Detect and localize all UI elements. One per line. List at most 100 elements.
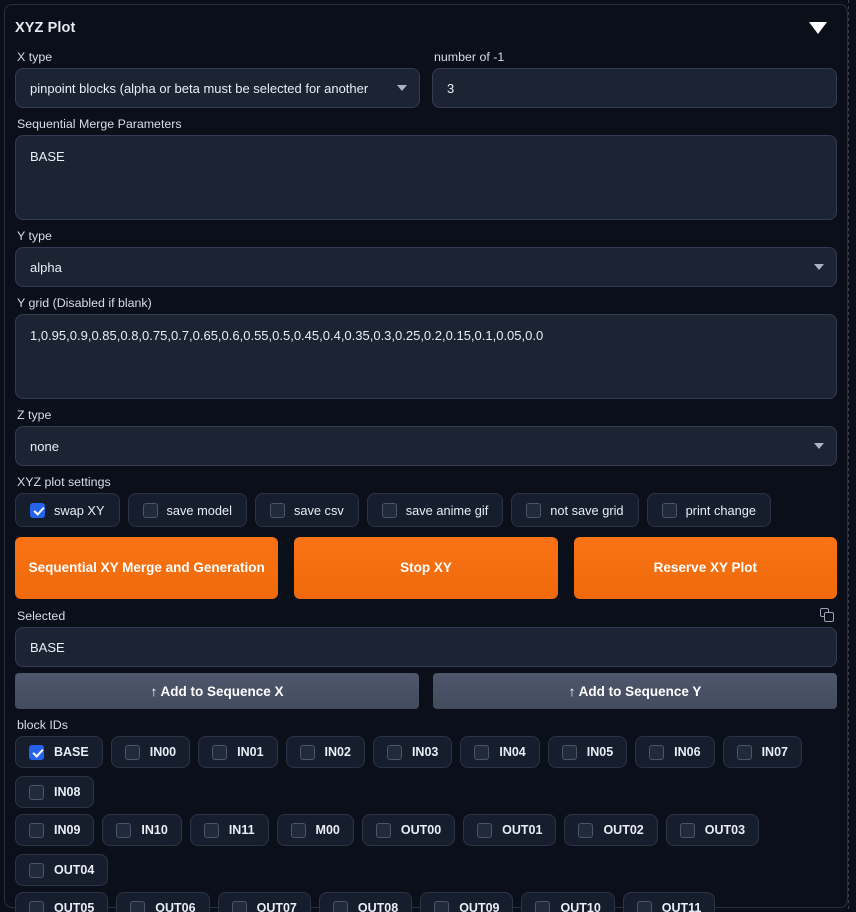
- y-type-value: alpha: [30, 259, 62, 275]
- block-id-checkbox-out09[interactable]: OUT09: [420, 892, 514, 912]
- block-id-checkbox-out01[interactable]: OUT01: [463, 814, 557, 846]
- checkbox-icon[interactable]: [299, 744, 315, 760]
- chevron-down-icon[interactable]: [809, 22, 827, 34]
- action-button-reserve-xy-plot[interactable]: Reserve XY Plot: [573, 537, 837, 599]
- action-buttons-row: Sequential XY Merge and Generation Stop X…: [15, 537, 837, 599]
- block-id-checkbox-out11[interactable]: OUT11: [622, 892, 716, 912]
- checkbox-icon[interactable]: [386, 744, 402, 760]
- right-edge-divider: [848, 0, 849, 912]
- block-id-checkbox-out06[interactable]: OUT06: [116, 892, 210, 912]
- x-type-group: X type pinpoint blocks (alpha or beta mu…: [15, 41, 420, 108]
- x-type-select[interactable]: pinpoint blocks (alpha or beta must be s…: [15, 68, 420, 108]
- y-grid-value: 1,0.95,0.9,0.85,0.8,0.75,0.7,0.65,0.6,0.…: [30, 328, 544, 343]
- block-id-checkbox-out00[interactable]: OUT00: [361, 814, 456, 846]
- checkbox-icon[interactable]: [116, 822, 132, 838]
- x-type-row: X type pinpoint blocks (alpha or beta mu…: [15, 41, 837, 108]
- copy-icon[interactable]: [820, 608, 835, 623]
- block-ids-label: block IDs: [17, 718, 68, 732]
- block-id-checkbox-in04[interactable]: IN04: [460, 736, 540, 768]
- checkbox-icon[interactable]: [736, 744, 752, 760]
- checkbox-icon[interactable]: [142, 502, 158, 518]
- setting-checkbox-save-model[interactable]: save model: [127, 493, 247, 527]
- add-to-sequence-x-button[interactable]: ↑ Add to Sequence X: [15, 673, 419, 709]
- block-id-checkbox-in05[interactable]: IN05: [547, 736, 628, 768]
- chip-label: OUT00: [400, 823, 442, 837]
- block-id-checkbox-out10[interactable]: OUT10: [521, 892, 615, 912]
- block-id-checkbox-out05[interactable]: OUT05: [15, 892, 109, 912]
- checkbox-icon[interactable]: [636, 900, 652, 912]
- action-button-stop-xy[interactable]: Stop XY: [294, 537, 558, 599]
- checkbox-icon[interactable]: [29, 822, 44, 838]
- block-id-checkbox-in00[interactable]: IN00: [110, 736, 191, 768]
- setting-checkbox-swap-xy[interactable]: swap XY: [15, 493, 120, 527]
- chip-label: save anime gif: [405, 502, 489, 518]
- chip-label: M00: [315, 823, 340, 837]
- checkbox-icon[interactable]: [203, 822, 219, 838]
- x-type-label: X type: [17, 50, 53, 64]
- chip-label: OUT03: [704, 823, 746, 837]
- checkbox-icon[interactable]: [231, 900, 247, 912]
- sequential-merge-parameters-textarea[interactable]: BASE: [15, 135, 837, 220]
- block-id-checkbox-out04[interactable]: OUT04: [15, 854, 109, 886]
- checkbox-icon[interactable]: [124, 744, 140, 760]
- sequence-buttons-row: ↑ Add to Sequence X ↑ Add to Sequence Y: [15, 673, 837, 709]
- checkbox-icon[interactable]: [29, 744, 44, 760]
- selected-value: BASE: [30, 639, 65, 655]
- checkbox-icon[interactable]: [474, 744, 490, 760]
- checkbox-icon[interactable]: [679, 822, 695, 838]
- block-id-checkbox-out02[interactable]: OUT02: [564, 814, 658, 846]
- y-grid-textarea[interactable]: 1,0.95,0.9,0.85,0.8,0.75,0.7,0.65,0.6,0.…: [15, 314, 837, 399]
- checkbox-icon[interactable]: [212, 744, 228, 760]
- block-id-checkbox-in11[interactable]: IN11: [189, 814, 269, 846]
- chip-label: OUT10: [560, 901, 601, 912]
- setting-checkbox-print-change[interactable]: print change: [646, 493, 771, 527]
- setting-checkbox-save-csv[interactable]: save csv: [254, 493, 359, 527]
- chip-label: OUT02: [603, 823, 644, 837]
- z-type-select[interactable]: none: [15, 426, 837, 466]
- block-id-checkbox-in06[interactable]: IN06: [635, 736, 715, 768]
- checkbox-icon[interactable]: [661, 502, 677, 518]
- block-id-checkbox-in01[interactable]: IN01: [198, 736, 278, 768]
- checkbox-icon[interactable]: [269, 502, 285, 518]
- setting-checkbox-not-save-grid[interactable]: not save grid: [511, 493, 639, 527]
- y-type-select[interactable]: alpha: [15, 247, 837, 287]
- add-to-sequence-y-button[interactable]: ↑ Add to Sequence Y: [433, 673, 837, 709]
- chip-label: IN07: [761, 745, 788, 759]
- block-id-checkbox-out03[interactable]: OUT03: [665, 814, 760, 846]
- checkbox-icon[interactable]: [375, 822, 391, 838]
- block-id-checkbox-out07[interactable]: OUT07: [217, 892, 311, 912]
- number-of-minus-one-input[interactable]: 3: [432, 68, 837, 108]
- checkbox-icon[interactable]: [561, 744, 577, 760]
- chevron-down-icon: [397, 85, 407, 91]
- selected-input[interactable]: BASE: [15, 627, 837, 667]
- block-id-checkbox-in03[interactable]: IN03: [372, 736, 453, 768]
- checkbox-icon[interactable]: [290, 822, 306, 838]
- z-type-label: Z type: [17, 408, 52, 422]
- checkbox-icon[interactable]: [29, 900, 44, 912]
- checkbox-icon[interactable]: [535, 900, 551, 912]
- checkbox-icon[interactable]: [477, 822, 493, 838]
- block-id-checkbox-m00[interactable]: M00: [276, 814, 354, 846]
- chip-label: OUT01: [502, 823, 543, 837]
- block-id-checkbox-in08[interactable]: IN08: [15, 776, 95, 808]
- checkbox-icon[interactable]: [381, 502, 397, 518]
- chip-label: save csv: [293, 502, 344, 518]
- z-type-value: none: [30, 438, 59, 454]
- block-id-checkbox-in07[interactable]: IN07: [722, 736, 802, 768]
- block-id-checkbox-base[interactable]: BASE: [15, 736, 103, 768]
- block-id-checkbox-in02[interactable]: IN02: [285, 736, 365, 768]
- checkbox-icon[interactable]: [130, 900, 146, 912]
- checkbox-icon[interactable]: [649, 744, 665, 760]
- checkbox-icon[interactable]: [30, 502, 45, 518]
- block-id-checkbox-in09[interactable]: IN09: [15, 814, 95, 846]
- action-button-sequential-xy-merge-and-generation[interactable]: Sequential XY Merge and Generation: [15, 537, 279, 599]
- checkbox-icon[interactable]: [29, 784, 44, 800]
- checkbox-icon[interactable]: [434, 900, 450, 912]
- setting-checkbox-save-anime-gif[interactable]: save anime gif: [366, 493, 504, 527]
- checkbox-icon[interactable]: [578, 822, 594, 838]
- checkbox-icon[interactable]: [29, 862, 44, 878]
- checkbox-icon[interactable]: [526, 502, 542, 518]
- block-id-checkbox-out08[interactable]: OUT08: [318, 892, 413, 912]
- checkbox-icon[interactable]: [332, 900, 348, 912]
- block-id-checkbox-in10[interactable]: IN10: [102, 814, 182, 846]
